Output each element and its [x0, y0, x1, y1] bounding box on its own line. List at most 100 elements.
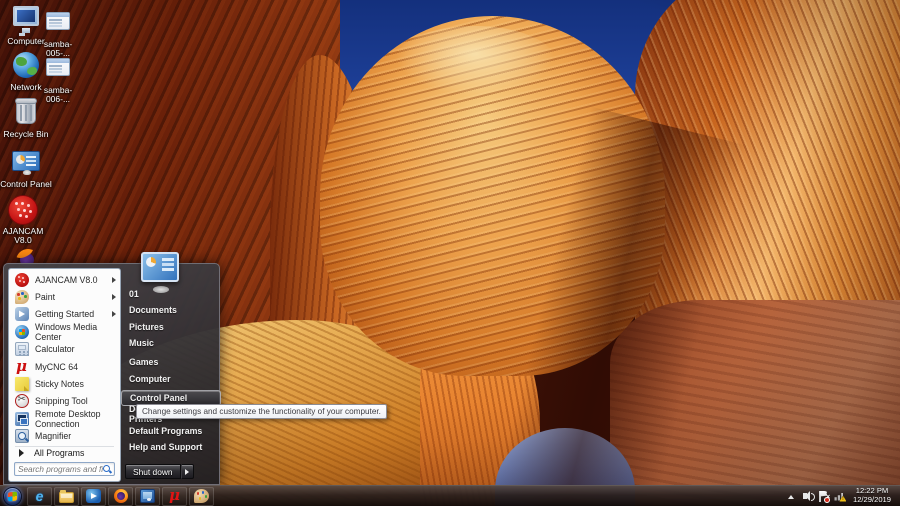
- menu-item-label: Computer: [129, 374, 171, 384]
- menu-item-label: Remote Desktop Connection: [35, 409, 116, 429]
- taskbar-firefox[interactable]: [108, 487, 133, 506]
- control-panel-tooltip: Change settings and customize the functi…: [136, 404, 387, 419]
- taskbar-internet-explorer[interactable]: e: [27, 487, 52, 506]
- remote-desktop-icon: [15, 412, 29, 426]
- menu-item-label: Documents: [129, 305, 177, 315]
- volume-button[interactable]: [801, 490, 814, 503]
- desktop-icon-label: Control Panel: [0, 180, 52, 189]
- start-menu-item-getting-started[interactable]: Getting Started: [9, 306, 120, 323]
- shut-down-button[interactable]: Shut down: [125, 464, 181, 479]
- search-input[interactable]: [18, 465, 103, 474]
- taskbar-mycnc[interactable]: μ: [162, 487, 187, 506]
- start-menu: AJANCAM V8.0 Paint Getting Started Windo…: [3, 263, 220, 485]
- folder-icon: [59, 492, 74, 503]
- menu-item-label: Paint: [35, 292, 55, 302]
- menu-item-label: Magnifier: [35, 431, 71, 441]
- remote-connection-icon: [43, 8, 73, 38]
- menu-item-label: MyCNC 64: [35, 362, 78, 372]
- desktop-icon-recycle-bin[interactable]: Recycle Bin: [0, 98, 52, 139]
- network-button[interactable]: [833, 490, 846, 503]
- speaker-icon: [803, 493, 807, 499]
- start-menu-user-01[interactable]: 01: [121, 286, 221, 302]
- menu-item-label: Sticky Notes: [35, 379, 84, 389]
- sticky-notes-icon: [15, 377, 29, 391]
- tooltip-text: Change settings and customize the functi…: [142, 407, 381, 416]
- start-menu-music[interactable]: Music: [121, 335, 221, 351]
- submenu-arrow-icon: [112, 311, 116, 317]
- desktop-icon-label: Recycle Bin: [4, 130, 49, 139]
- alert-badge-icon: [824, 497, 830, 503]
- calculator-icon: [15, 342, 29, 356]
- start-menu-item-calculator[interactable]: Calculator: [9, 341, 120, 358]
- shut-down-label: Shut down: [133, 467, 173, 477]
- desktop-icon-control-panel[interactable]: Control Panel: [0, 148, 52, 189]
- all-programs-button[interactable]: All Programs: [9, 448, 120, 458]
- start-menu-item-remote-desktop[interactable]: Remote Desktop Connection: [9, 410, 120, 427]
- start-menu-help-and-support[interactable]: Help and Support: [121, 439, 221, 455]
- menu-item-label: Help and Support: [129, 442, 202, 452]
- taskbar: e μ: [0, 485, 900, 506]
- menu-item-label: 01: [129, 289, 139, 299]
- search-icon: [103, 465, 111, 473]
- start-menu-item-snipping-tool[interactable]: Snipping Tool: [9, 393, 120, 410]
- taskbar-windows-explorer[interactable]: [54, 487, 79, 506]
- mycnc-icon: [15, 360, 29, 374]
- clock-date: 12/29/2019: [853, 496, 891, 505]
- magnifier-icon: [15, 429, 29, 443]
- remote-connection-icon: [43, 54, 73, 84]
- start-menu-left-panel: AJANCAM V8.0 Paint Getting Started Windo…: [8, 268, 121, 482]
- windows-flag-icon: [8, 491, 17, 501]
- ajancam-icon: [15, 273, 29, 287]
- taskbar-cnc-monitor-app[interactable]: [135, 487, 160, 506]
- control-panel-icon: [11, 148, 41, 178]
- cnc-monitor-icon: [140, 489, 155, 503]
- shut-down-options-button[interactable]: [181, 464, 194, 479]
- start-button[interactable]: [3, 487, 22, 506]
- menu-item-label: AJANCAM V8.0: [35, 275, 98, 285]
- menu-item-label: Calculator: [35, 344, 75, 354]
- shut-down-arrow-icon: [185, 469, 189, 475]
- avatar-control-panel-icon: [141, 252, 179, 282]
- getting-started-icon: [15, 307, 29, 321]
- menu-item-label: Music: [129, 338, 154, 348]
- submenu-arrow-icon: [112, 277, 116, 283]
- internet-explorer-icon: e: [32, 489, 47, 503]
- start-menu-item-mycnc[interactable]: MyCNC 64: [9, 358, 120, 375]
- start-menu-item-ajancam[interactable]: AJANCAM V8.0: [9, 271, 120, 288]
- start-menu-item-windows-media-center[interactable]: Windows Media Center: [9, 323, 120, 340]
- start-menu-item-paint[interactable]: Paint: [9, 288, 120, 305]
- all-programs-arrow-icon: [19, 449, 24, 457]
- desktop-icon-ajancam[interactable]: AJANCAM V8.0: [0, 195, 46, 245]
- start-menu-right-panel: 01 Documents Pictures Music Games Comput…: [121, 286, 221, 444]
- show-hidden-icons-button[interactable]: [785, 490, 798, 503]
- paint-icon: [194, 489, 209, 503]
- snipping-tool-icon: [15, 394, 29, 408]
- ajancam-icon: [8, 195, 38, 225]
- start-menu-item-magnifier[interactable]: Magnifier: [9, 428, 120, 445]
- system-tray: 12:22 PM 12/29/2019: [784, 486, 900, 506]
- desktop-icon-samba-006[interactable]: samba-006-...: [32, 54, 84, 104]
- chevron-up-icon: [788, 495, 794, 499]
- all-programs-label: All Programs: [34, 448, 84, 458]
- submenu-arrow-icon: [112, 294, 116, 300]
- taskbar-windows-media-player[interactable]: [81, 487, 106, 506]
- start-menu-computer[interactable]: Computer: [121, 370, 221, 386]
- desktop-screen: Computer samba-005-... Network samba-006…: [0, 0, 900, 506]
- menu-item-label: Getting Started: [35, 309, 94, 319]
- start-menu-default-programs[interactable]: Default Programs: [121, 422, 221, 438]
- action-center-button[interactable]: [817, 490, 830, 503]
- start-menu-documents[interactable]: Documents: [121, 302, 221, 318]
- menu-item-label: Windows Media Center: [35, 322, 116, 342]
- search-box: [14, 462, 115, 476]
- media-player-icon: [86, 489, 101, 503]
- taskbar-paint[interactable]: [189, 487, 214, 506]
- desktop-icon-label: AJANCAM V8.0: [0, 227, 46, 245]
- menu-item-label: Pictures: [129, 322, 164, 332]
- menu-item-label: Default Programs: [129, 426, 202, 436]
- mycnc-icon: μ: [167, 489, 182, 503]
- menu-item-label: Control Panel: [130, 393, 187, 403]
- start-menu-games[interactable]: Games: [121, 354, 221, 370]
- clock[interactable]: 12:22 PM 12/29/2019: [848, 487, 897, 504]
- start-menu-item-sticky-notes[interactable]: Sticky Notes: [9, 375, 120, 392]
- start-menu-pictures[interactable]: Pictures: [121, 319, 221, 335]
